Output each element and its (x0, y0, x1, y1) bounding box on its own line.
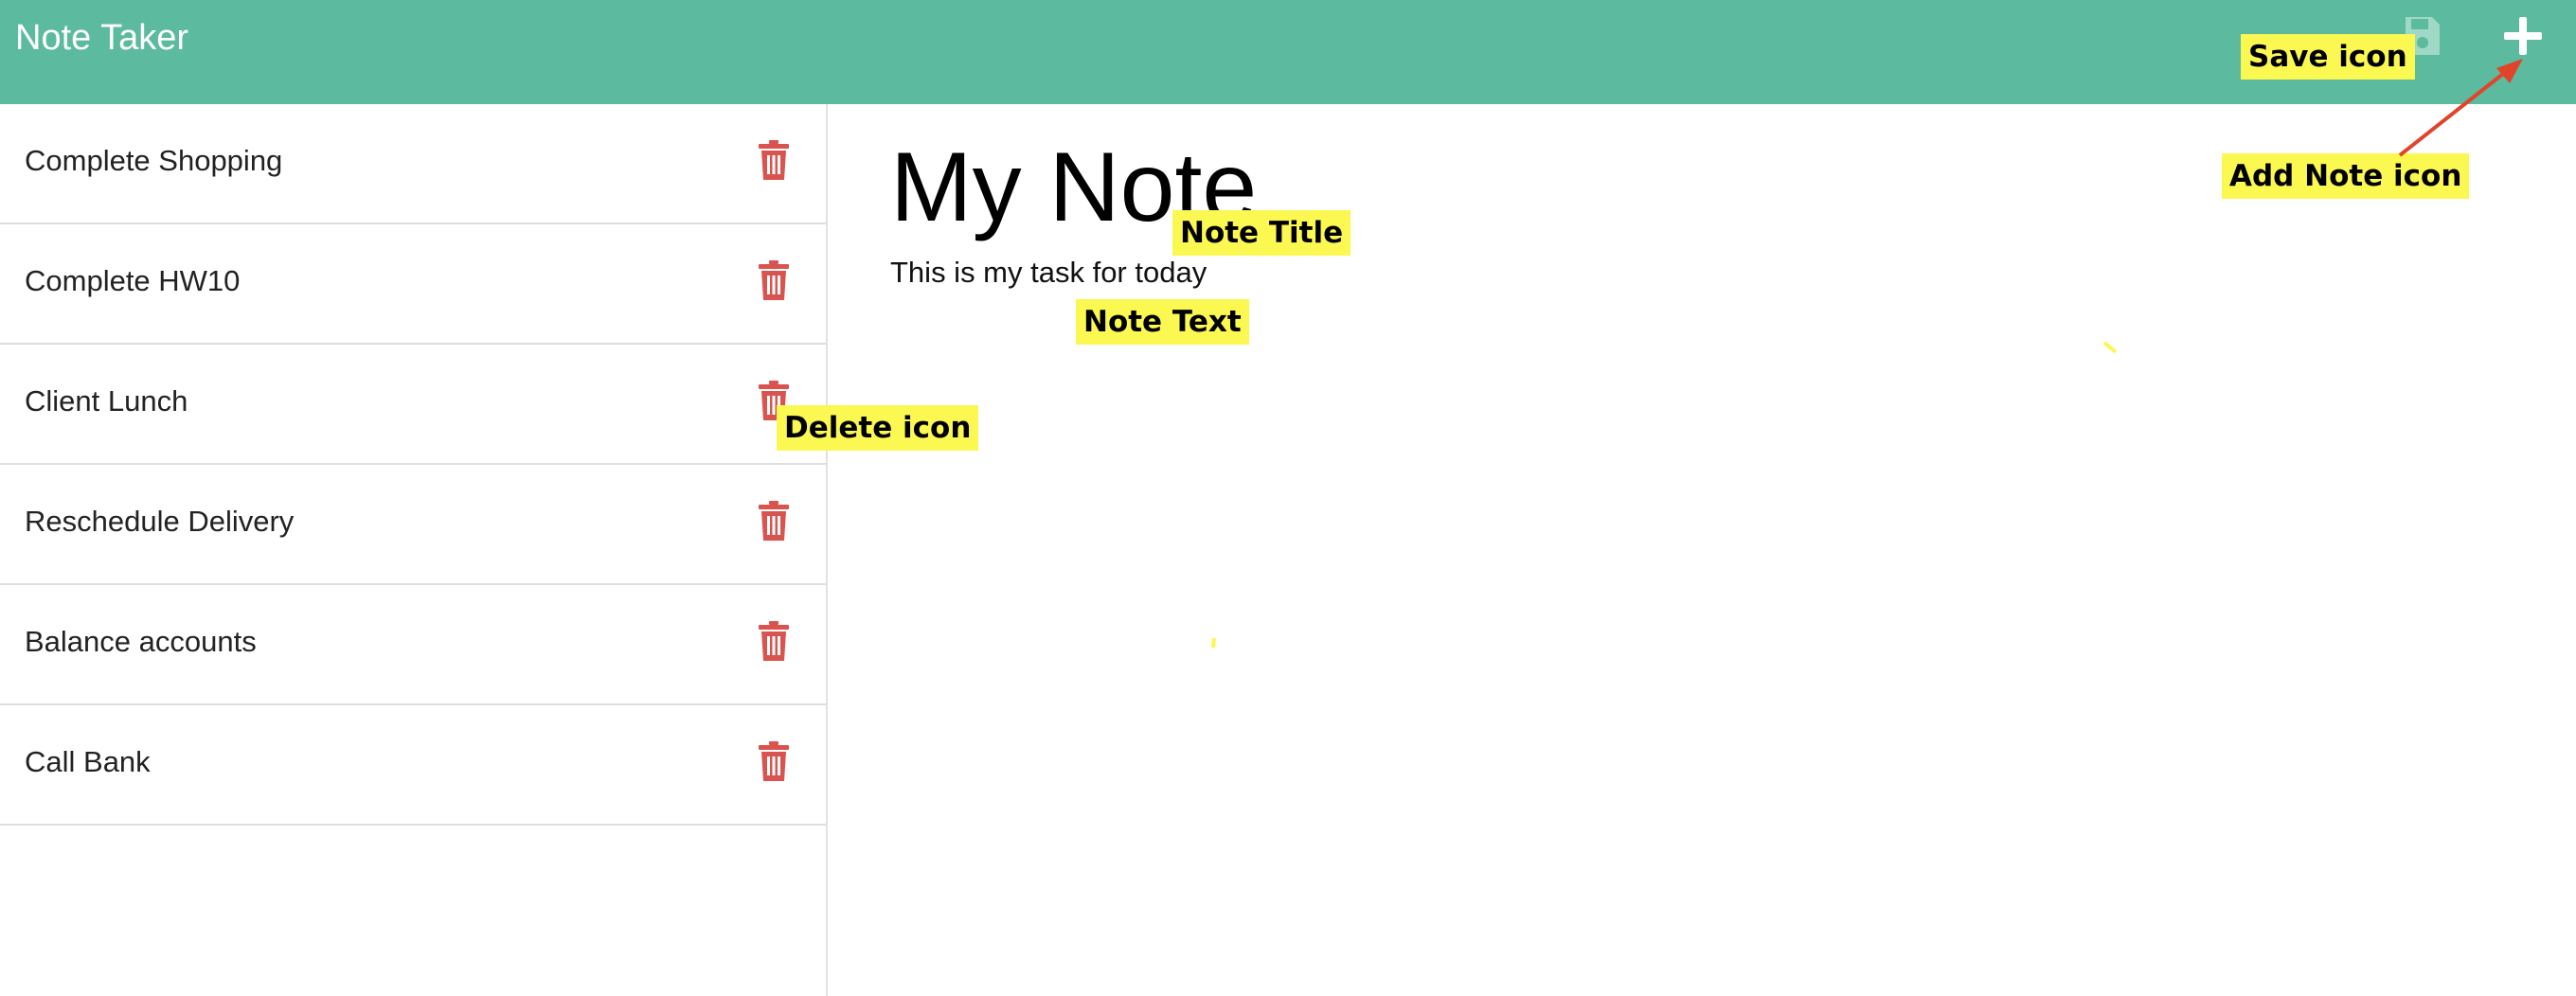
note-list-item-title: Reschedule Delivery (25, 505, 295, 538)
trash-icon (759, 260, 789, 300)
note-list-item-title: Complete HW10 (25, 264, 241, 297)
delete-note-button[interactable] (758, 741, 790, 781)
note-list-item-title: Complete Shopping (25, 144, 283, 177)
note-list-item[interactable]: Client Lunch (0, 345, 826, 465)
notes-sidebar: Complete Shopping Complete HW10 Client Lun… (0, 104, 828, 996)
note-text-area[interactable]: This is my task for today (890, 254, 1207, 292)
trash-icon (759, 140, 789, 180)
delete-note-button[interactable] (758, 621, 790, 661)
notes-list: Complete Shopping Complete HW10 Client Lun… (0, 104, 826, 826)
note-list-item[interactable]: Reschedule Delivery (0, 465, 826, 585)
add-note-button[interactable] (2502, 15, 2544, 57)
annotation-note-text: Note Text (1076, 299, 1249, 345)
delete-note-button[interactable] (758, 501, 790, 541)
note-editor: My Note This is my task for today (830, 104, 2576, 996)
note-list-item[interactable]: Complete HW10 (0, 224, 826, 345)
note-list-item[interactable]: Complete Shopping (0, 104, 826, 224)
note-list-item-title: Balance accounts (25, 625, 257, 658)
navbar: Note Taker (0, 0, 2576, 104)
note-list-item-title: Client Lunch (25, 384, 188, 418)
note-list-item-title: Call Bank (25, 745, 151, 778)
annotation-delete-icon: Delete icon (777, 405, 979, 451)
trash-icon (759, 741, 789, 781)
trash-icon (759, 621, 789, 661)
plus-icon (2504, 17, 2542, 55)
app-title[interactable]: Note Taker (15, 15, 188, 61)
annotation-add-note-icon: Add Note icon (2222, 153, 2470, 199)
delete-note-button[interactable] (758, 140, 790, 180)
trash-icon (759, 501, 789, 541)
delete-note-button[interactable] (758, 260, 790, 300)
annotation-note-title: Note Title (1172, 210, 1351, 256)
note-list-item[interactable]: Call Bank (0, 705, 826, 826)
annotation-save-icon: Save icon (2241, 34, 2415, 80)
note-list-item[interactable]: Balance accounts (0, 585, 826, 705)
